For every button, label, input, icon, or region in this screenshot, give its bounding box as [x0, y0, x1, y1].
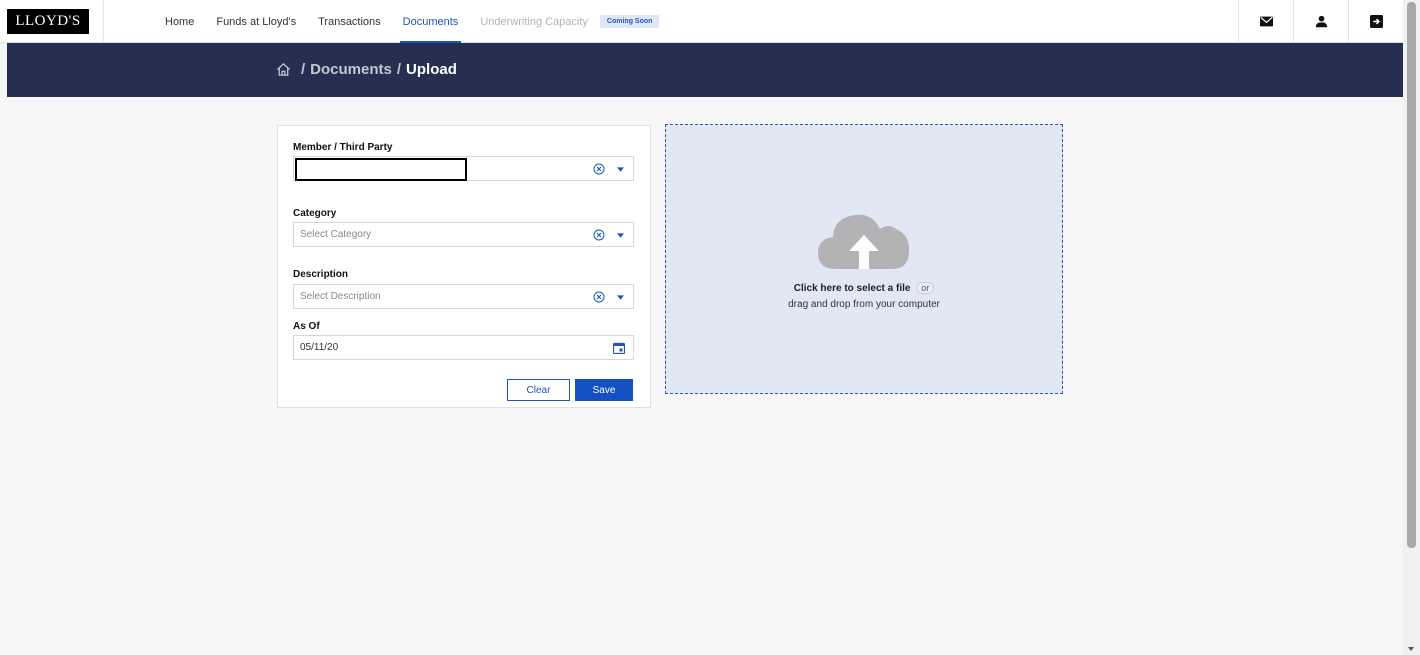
coming-soon-badge: Coming Soon [599, 15, 660, 28]
nav-underwriting-capacity: Underwriting Capacity [480, 15, 588, 28]
nav-home[interactable]: Home [165, 0, 194, 43]
member-select[interactable] [293, 156, 634, 181]
category-select[interactable]: Select Category [293, 222, 634, 247]
as-of-label: As Of [293, 321, 320, 332]
dropzone-secondary-text: drag and drop from your computer [788, 299, 940, 310]
clear-icon[interactable] [593, 291, 605, 303]
redacted-member-value [295, 158, 467, 181]
breadcrumb-separator: / [396, 61, 402, 78]
upload-form-card: Member / Third Party Category Select Cat… [277, 125, 651, 408]
clear-button[interactable]: Clear [507, 379, 570, 401]
mail-button[interactable] [1238, 0, 1293, 43]
file-drop-zone[interactable]: Click here to select a file or drag and … [665, 124, 1063, 394]
breadcrumb-current: Upload [406, 61, 457, 78]
nav-documents[interactable]: Documents [399, 0, 461, 43]
dropzone-primary-text: Click here to select a file or [666, 282, 1062, 294]
home-icon[interactable] [276, 62, 291, 77]
scroll-down-arrow-icon[interactable] [1408, 647, 1414, 651]
top-navigation-bar: LLOYD'S Home Funds at Lloyd's Transactio… [0, 0, 1403, 43]
nav-transactions[interactable]: Transactions [318, 0, 381, 43]
description-select[interactable]: Select Description [293, 284, 634, 309]
clear-icon[interactable] [593, 229, 605, 241]
description-label: Description [293, 269, 349, 280]
vertical-scrollbar[interactable] [1403, 0, 1420, 655]
breadcrumb-documents[interactable]: Documents [310, 61, 392, 78]
calendar-icon[interactable] [613, 342, 625, 354]
page-header-band: / Documents / Upload [7, 43, 1403, 97]
or-separator: or [916, 282, 935, 294]
mail-icon [1259, 16, 1273, 27]
nav-funds-at-lloyds[interactable]: Funds at Lloyd's [216, 0, 296, 43]
clear-icon[interactable] [593, 163, 605, 175]
description-placeholder: Select Description [300, 291, 381, 302]
profile-button[interactable] [1293, 0, 1348, 43]
scrollbar-thumb[interactable] [1407, 2, 1416, 548]
category-placeholder: Select Category [300, 229, 372, 240]
logout-icon [1369, 15, 1383, 28]
category-label: Category [293, 208, 337, 219]
lloyds-logo[interactable]: LLOYD'S [7, 9, 89, 34]
breadcrumb-separator: / [301, 61, 306, 78]
chevron-down-icon[interactable] [617, 167, 624, 172]
save-button[interactable]: Save [575, 379, 633, 401]
chevron-down-icon[interactable] [617, 233, 624, 238]
main-nav: Home Funds at Lloyd's Transactions Docum… [165, 0, 660, 43]
as-of-date-input[interactable]: 05/11/20 [293, 335, 634, 360]
top-icon-group [1238, 0, 1403, 43]
logout-button[interactable] [1348, 0, 1403, 43]
as-of-value: 05/11/20 [300, 342, 339, 353]
breadcrumb: / Documents / Upload [276, 61, 457, 78]
user-icon [1315, 15, 1327, 28]
cloud-upload-icon [818, 214, 910, 269]
chevron-down-icon[interactable] [617, 295, 624, 300]
select-file-link[interactable]: Click here to select a file [794, 283, 911, 294]
logo-divider [103, 0, 104, 43]
member-label: Member / Third Party [293, 142, 393, 153]
